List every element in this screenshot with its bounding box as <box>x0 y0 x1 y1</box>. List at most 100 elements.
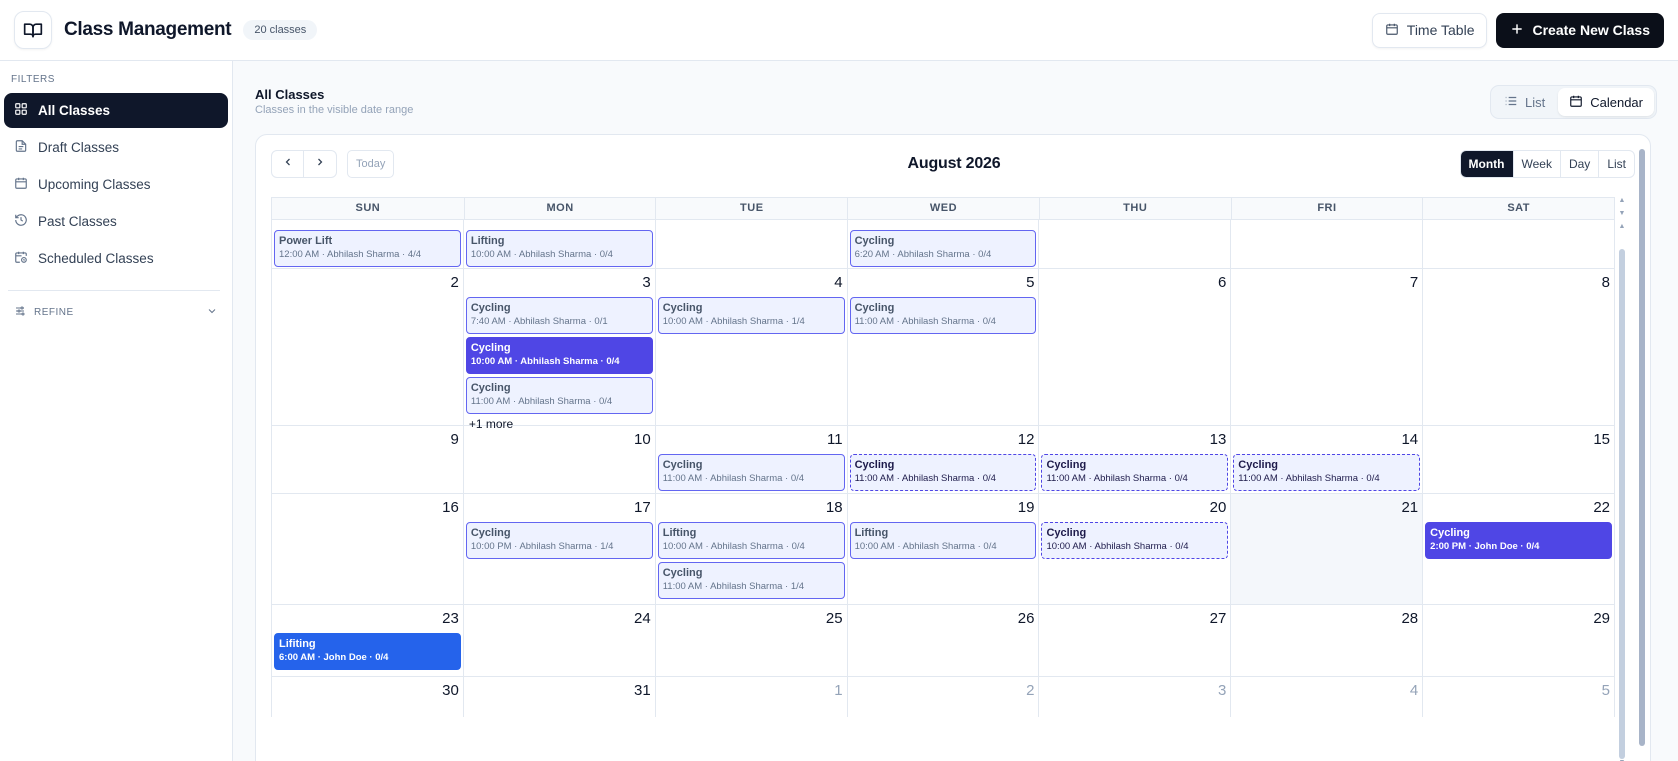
day-cell[interactable]: 6 <box>1039 269 1232 425</box>
day-cell[interactable]: 22 Cycling 2:00 PM · John Doe · 0/4 <box>1423 494 1616 604</box>
class-event[interactable]: Cycling 10:00 PM · Abhilash Sharma · 1/4 <box>465 522 653 559</box>
day-cell[interactable]: 4 <box>1231 677 1424 717</box>
event-details: 6:00 AM · John Doe · 0/4 <box>279 652 389 663</box>
day-cell[interactable]: 3 <box>1039 677 1232 717</box>
card-scrollbar[interactable] <box>1638 149 1646 761</box>
day-cell[interactable]: 18 Lifting 10:00 AM · Abhilash Sharma · 0… <box>656 494 848 604</box>
event-title: Power Lift <box>279 235 333 247</box>
class-event[interactable]: Cycling 11:00 AM · Abhilash Sharma · 0/4 <box>849 454 1037 491</box>
sidebar-item-draft-classes[interactable]: Draft Classes <box>4 130 228 165</box>
day-cell[interactable]: 1 <box>656 677 848 717</box>
day-number: 2 <box>1026 682 1035 699</box>
class-event[interactable]: Lifiting 6:00 AM · John Doe · 0/4 <box>274 633 461 670</box>
day-number: 3 <box>642 274 651 291</box>
day-cell[interactable]: 17 Cycling 10:00 PM · Abhilash Sharma · 1… <box>464 494 656 604</box>
day-cell[interactable]: 4 Cycling 10:00 AM · Abhilash Sharma · 1/… <box>656 269 848 425</box>
book-icon[interactable] <box>14 11 52 49</box>
calendar-scrollbar[interactable]: ▲ ▼ ▲ ▼ <box>1617 197 1627 761</box>
class-event[interactable]: Power Lift 12:00 AM · Abhilash Sharma · 4… <box>274 230 461 267</box>
day-cell[interactable]: 28 <box>1231 605 1424 676</box>
day-cell[interactable]: 25 <box>656 605 848 676</box>
document-icon <box>14 139 28 156</box>
class-event[interactable]: Lifting 10:00 AM · Abhilash Sharma · 0/4 <box>849 522 1037 559</box>
day-cell[interactable]: 2 <box>848 677 1040 717</box>
day-number: 4 <box>834 274 843 291</box>
class-event[interactable]: Lifting 10:00 AM · Abhilash Sharma · 0/4 <box>465 230 653 267</box>
day-cell[interactable]: 26 <box>848 605 1040 676</box>
weekday-label: THU <box>1038 198 1231 219</box>
day-cell[interactable]: Cycling 6:20 AM · Abhilash Sharma · 0/4 <box>848 220 1040 268</box>
day-number: 18 <box>825 499 843 516</box>
sidebar-item-all-classes[interactable]: All Classes <box>4 93 228 128</box>
day-cell[interactable]: 30 <box>272 677 464 717</box>
day-cell[interactable]: 31 <box>464 677 656 717</box>
day-cell[interactable] <box>1231 220 1424 268</box>
day-cell[interactable]: 5 Cycling 11:00 AM · Abhilash Sharma · 0/… <box>848 269 1040 425</box>
scroll-thumb[interactable] <box>1619 249 1625 759</box>
day-cell[interactable]: 14 Cycling 11:00 AM · Abhilash Sharma · 0… <box>1231 426 1424 493</box>
scroll-thumb[interactable] <box>1639 149 1645 746</box>
sidebar-item-scheduled-classes[interactable]: Scheduled Classes <box>4 241 228 276</box>
day-cell[interactable]: Lifting 10:00 AM · Abhilash Sharma · 0/4 <box>464 220 656 268</box>
class-event[interactable]: Cycling 10:00 AM · Abhilash Sharma · 0/4 <box>465 337 653 374</box>
class-event[interactable]: Cycling 6:20 AM · Abhilash Sharma · 0/4 <box>849 230 1037 267</box>
day-cell[interactable]: 15 <box>1423 426 1616 493</box>
day-cell[interactable]: 23 Lifiting 6:00 AM · John Doe · 0/4 <box>272 605 464 676</box>
day-cell[interactable]: 10 <box>464 426 656 493</box>
sidebar-item-upcoming-classes[interactable]: Upcoming Classes <box>4 167 228 202</box>
scroll-up-arrow-icon[interactable]: ▲ <box>1617 197 1627 205</box>
scroll-up-arrow-icon[interactable]: ▲ <box>1617 223 1627 231</box>
list-view-button[interactable]: List <box>1598 151 1634 177</box>
refine-toggle[interactable]: REFINE <box>4 301 228 323</box>
day-cell[interactable]: 7 <box>1231 269 1424 425</box>
day-cell[interactable]: 12 Cycling 11:00 AM · Abhilash Sharma · 0… <box>848 426 1040 493</box>
timetable-button[interactable]: Time Table <box>1371 12 1488 48</box>
day-cell[interactable]: 19 Lifting 10:00 AM · Abhilash Sharma · 0… <box>848 494 1040 604</box>
weekday-label: TUE <box>655 198 847 219</box>
class-event[interactable]: Lifting 10:00 AM · Abhilash Sharma · 0/4 <box>657 522 845 559</box>
class-event[interactable]: Cycling 7:40 AM · Abhilash Sharma · 0/1 <box>465 297 653 334</box>
list-view-label: List <box>1525 94 1546 110</box>
class-event[interactable]: Cycling 10:00 AM · Abhilash Sharma · 1/4 <box>657 297 845 334</box>
create-new-class-button[interactable]: Create New Class <box>1496 12 1664 48</box>
week-view-button[interactable]: Week <box>1512 151 1560 177</box>
day-cell[interactable]: 11 Cycling 11:00 AM · Abhilash Sharma · 0… <box>656 426 848 493</box>
day-cell-today[interactable]: 21 <box>1231 494 1424 604</box>
class-event[interactable]: Cycling 11:00 AM · Abhilash Sharma · 0/4 <box>465 377 653 414</box>
day-cell[interactable]: 2 <box>272 269 464 425</box>
day-cell[interactable]: Power Lift 12:00 AM · Abhilash Sharma · 4… <box>272 220 464 268</box>
day-cell[interactable]: 24 <box>464 605 656 676</box>
day-cell[interactable]: 27 <box>1039 605 1232 676</box>
day-cell[interactable]: 13 Cycling 11:00 AM · Abhilash Sharma · 0… <box>1039 426 1232 493</box>
day-cell[interactable]: 5 <box>1423 677 1616 717</box>
scroll-down-arrow-icon[interactable]: ▼ <box>1617 210 1627 218</box>
class-event[interactable]: Cycling 10:00 AM · Abhilash Sharma · 0/4 <box>1041 522 1229 559</box>
class-event[interactable]: Cycling 2:00 PM · John Doe · 0/4 <box>1425 522 1613 559</box>
day-cell[interactable]: 20 Cycling 10:00 AM · Abhilash Sharma · 0… <box>1039 494 1232 604</box>
class-event[interactable]: Cycling 11:00 AM · Abhilash Sharma · 1/4 <box>657 562 845 599</box>
list-view-button[interactable]: List <box>1493 88 1556 116</box>
calendar-view-label: Calendar <box>1590 94 1643 110</box>
day-cell[interactable]: 8 <box>1423 269 1616 425</box>
event-title: Cycling <box>470 302 511 314</box>
class-event[interactable]: Cycling 11:00 AM · Abhilash Sharma · 0/4 <box>1041 454 1229 491</box>
event-details: 2:00 PM · John Doe · 0/4 <box>1430 541 1540 552</box>
class-event[interactable]: Cycling 11:00 AM · Abhilash Sharma · 0/4 <box>849 297 1037 334</box>
month-view-button[interactable]: Month <box>1460 151 1513 177</box>
day-number: 30 <box>442 682 459 699</box>
day-cell[interactable]: 16 <box>272 494 464 604</box>
class-event[interactable]: Cycling 11:00 AM · Abhilash Sharma · 0/4 <box>657 454 845 491</box>
sidebar-item-past-classes[interactable]: Past Classes <box>4 204 228 239</box>
class-event[interactable]: Cycling 11:00 AM · Abhilash Sharma · 0/4 <box>1233 454 1421 491</box>
day-cell[interactable] <box>1039 220 1232 268</box>
day-cell[interactable]: 29 <box>1423 605 1616 676</box>
calendar-view-button[interactable]: Calendar <box>1558 88 1654 116</box>
day-cell[interactable] <box>656 220 848 268</box>
day-number: 27 <box>1209 610 1227 627</box>
day-cell[interactable]: 3 Cycling 7:40 AM · Abhilash Sharma · 0/1… <box>464 269 656 431</box>
day-cell[interactable]: 9 <box>272 426 464 493</box>
day-cell[interactable] <box>1423 220 1616 268</box>
day-view-button[interactable]: Day <box>1559 151 1598 177</box>
event-details: 7:40 AM · Abhilash Sharma · 0/1 <box>470 316 608 327</box>
app-title: Class Management <box>64 19 232 40</box>
